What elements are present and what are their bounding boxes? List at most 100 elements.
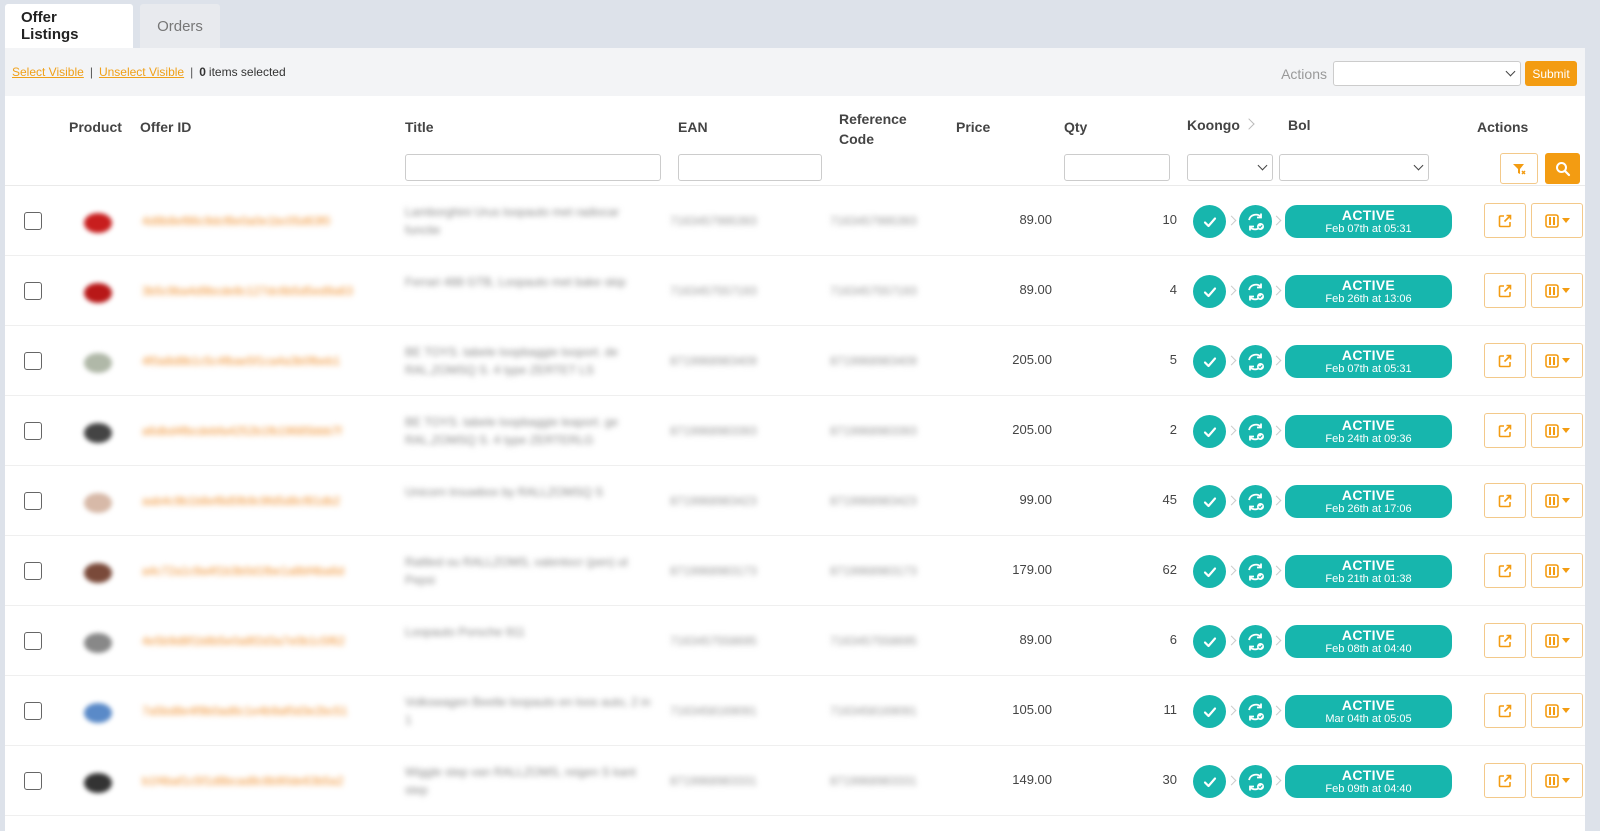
reset-filter-button[interactable]: [1500, 153, 1538, 184]
row-checkbox[interactable]: [24, 702, 42, 720]
row-checkbox[interactable]: [24, 632, 42, 650]
row-actions-dropdown[interactable]: [1531, 483, 1583, 518]
row-checkbox[interactable]: [24, 212, 42, 230]
chevron-right-icon: [1226, 285, 1237, 296]
product-title: Wiggle step van RALLZOMS, reigen S kant …: [405, 765, 636, 797]
open-external-button[interactable]: [1484, 343, 1526, 378]
search-button[interactable]: [1545, 153, 1580, 184]
row-checkbox[interactable]: [24, 562, 42, 580]
offer-id-link[interactable]: 4d8b8ef86c9dcf8e0a0e1bc05d63f0: [142, 212, 382, 230]
row-actions-dropdown[interactable]: [1531, 273, 1583, 308]
offer-id-link[interactable]: aab4c9b1b8ef8d5fb9c9fd5d8cf81db2: [142, 492, 382, 510]
col-bol: Bol: [1288, 117, 1311, 133]
row-checkbox[interactable]: [24, 772, 42, 790]
chevron-right-icon: [1226, 215, 1237, 226]
qty-value: 62: [1162, 562, 1177, 577]
product-title: Lamborghini Urus loopauto met radiocar f…: [405, 205, 620, 237]
price-value: 89.00: [1019, 632, 1052, 647]
koongo-status-ok: [1193, 555, 1226, 588]
row-actions-dropdown[interactable]: [1531, 203, 1583, 238]
koongo-filter-select[interactable]: [1187, 154, 1273, 181]
row-actions-dropdown[interactable]: [1531, 343, 1583, 378]
open-external-button[interactable]: [1484, 483, 1526, 518]
open-external-button[interactable]: [1484, 623, 1526, 658]
offer-id-link[interactable]: 4f0a8d8b1c5c4fbae5f1ca4a3b0fbeb1: [142, 352, 382, 370]
sync-check-icon: [1247, 493, 1264, 510]
open-external-button[interactable]: [1484, 553, 1526, 588]
offer-id-link[interactable]: a6dbd4fbcdebfa4252b1fb19685bbb7f: [142, 422, 382, 440]
reference-code-value: 8719968983409: [830, 354, 917, 368]
open-external-button[interactable]: [1484, 763, 1526, 798]
actions-menu-icon: [1544, 213, 1559, 228]
offer-id-link[interactable]: a4c72a1c9a4f1b3b0d1fbe1a8bf4ba6d: [142, 562, 382, 580]
actions-menu-icon: [1544, 283, 1559, 298]
actions-menu-icon: [1544, 353, 1559, 368]
product-thumbnail: [78, 691, 118, 731]
sync-check-icon: [1247, 423, 1264, 440]
mass-action-toolbar: Select Visible | Unselect Visible | 0 it…: [5, 48, 1585, 96]
row-checkbox[interactable]: [24, 492, 42, 510]
row-checkbox[interactable]: [24, 282, 42, 300]
col-offer-id: Offer ID: [140, 119, 192, 135]
checkmark-icon: [1203, 286, 1216, 297]
price-value: 149.00: [1012, 772, 1052, 787]
sync-check-icon: [1247, 703, 1264, 720]
qty-value: 11: [1163, 702, 1178, 717]
bol-status-badge: ACTIVE Feb 08th at 04:40: [1285, 625, 1452, 658]
checkmark-icon: [1203, 496, 1216, 507]
ean-filter-input[interactable]: [678, 154, 822, 181]
open-external-button[interactable]: [1484, 273, 1526, 308]
actions-select[interactable]: [1333, 61, 1521, 86]
bol-status-badge: ACTIVE Feb 07th at 05:31: [1285, 205, 1452, 238]
col-reference-code: Reference Code: [839, 109, 907, 149]
reference-code-value: 7163457558695: [830, 634, 917, 648]
row-actions-dropdown[interactable]: [1531, 693, 1583, 728]
bol-status-badge: ACTIVE Feb 07th at 05:31: [1285, 345, 1452, 378]
reference-code-value: 8719968983173: [830, 564, 917, 578]
chevron-right-icon: [1226, 565, 1237, 576]
col-product: Product: [69, 119, 122, 135]
qty-value: 2: [1169, 422, 1177, 437]
chevron-right-icon: [1226, 425, 1237, 436]
open-external-button[interactable]: [1484, 413, 1526, 448]
col-actions: Actions: [1477, 119, 1529, 135]
table-row: 4f0a8d8b1c5c4fbae5f1ca4a3b0fbeb1 BE TOYS…: [5, 326, 1585, 396]
row-checkbox[interactable]: [24, 422, 42, 440]
open-external-button[interactable]: [1484, 693, 1526, 728]
status-date: Feb 07th at 05:31: [1325, 223, 1412, 235]
offer-id-link[interactable]: 3b5c9ba4d9bcde8c127dc6b5d5ed9a63: [142, 282, 382, 300]
col-qty: Qty: [1064, 119, 1088, 135]
offer-id-link[interactable]: 4e5b9d8f1b8b5e0a8f2d3a7e0b1c5f62: [142, 632, 382, 650]
row-checkbox[interactable]: [24, 352, 42, 370]
bol-filter-select[interactable]: [1279, 154, 1429, 181]
caret-down-icon: [1561, 428, 1570, 433]
tab-orders[interactable]: Orders: [140, 4, 220, 48]
offer-id-link[interactable]: b1f4baf1c5f1d8bcad8c8b90de63b5a2: [142, 772, 382, 790]
table-row: a4c72a1c9a4f1b3b0d1fbe1a8bf4ba6d Rattled…: [5, 536, 1585, 606]
tab-offer-listings[interactable]: Offer Listings: [5, 4, 133, 48]
chevron-right-icon: [1271, 285, 1282, 296]
title-filter-input[interactable]: [405, 154, 661, 181]
row-actions-dropdown[interactable]: [1531, 553, 1583, 588]
unselect-visible-link[interactable]: Unselect Visible: [99, 65, 184, 79]
actions-menu-icon: [1544, 563, 1559, 578]
chevron-right-icon: [1271, 565, 1282, 576]
offer-id-link[interactable]: 7a5bd8e4f9b0ad6c1e4b9af0d3e2bc51: [142, 702, 382, 720]
chevron-right-icon: [1271, 425, 1282, 436]
separator: |: [190, 65, 194, 79]
product-thumbnail: [78, 621, 118, 661]
qty-filter-input[interactable]: [1064, 154, 1170, 181]
row-actions-dropdown[interactable]: [1531, 623, 1583, 658]
chevron-right-icon: [1271, 215, 1282, 226]
chevron-right-icon: [1243, 118, 1255, 130]
status-date: Feb 21th at 01:38: [1325, 573, 1412, 585]
row-actions-dropdown[interactable]: [1531, 413, 1583, 448]
select-visible-link[interactable]: Select Visible: [12, 65, 84, 79]
submit-button[interactable]: Submit: [1525, 61, 1577, 86]
open-external-button[interactable]: [1484, 203, 1526, 238]
row-actions-dropdown[interactable]: [1531, 763, 1583, 798]
external-link-icon: [1498, 564, 1512, 577]
product-title: Unicorn trouwbox by RALLZOMSQ S: [405, 485, 604, 499]
caret-down-icon: [1561, 778, 1570, 783]
koongo-status-ok: [1193, 415, 1226, 448]
